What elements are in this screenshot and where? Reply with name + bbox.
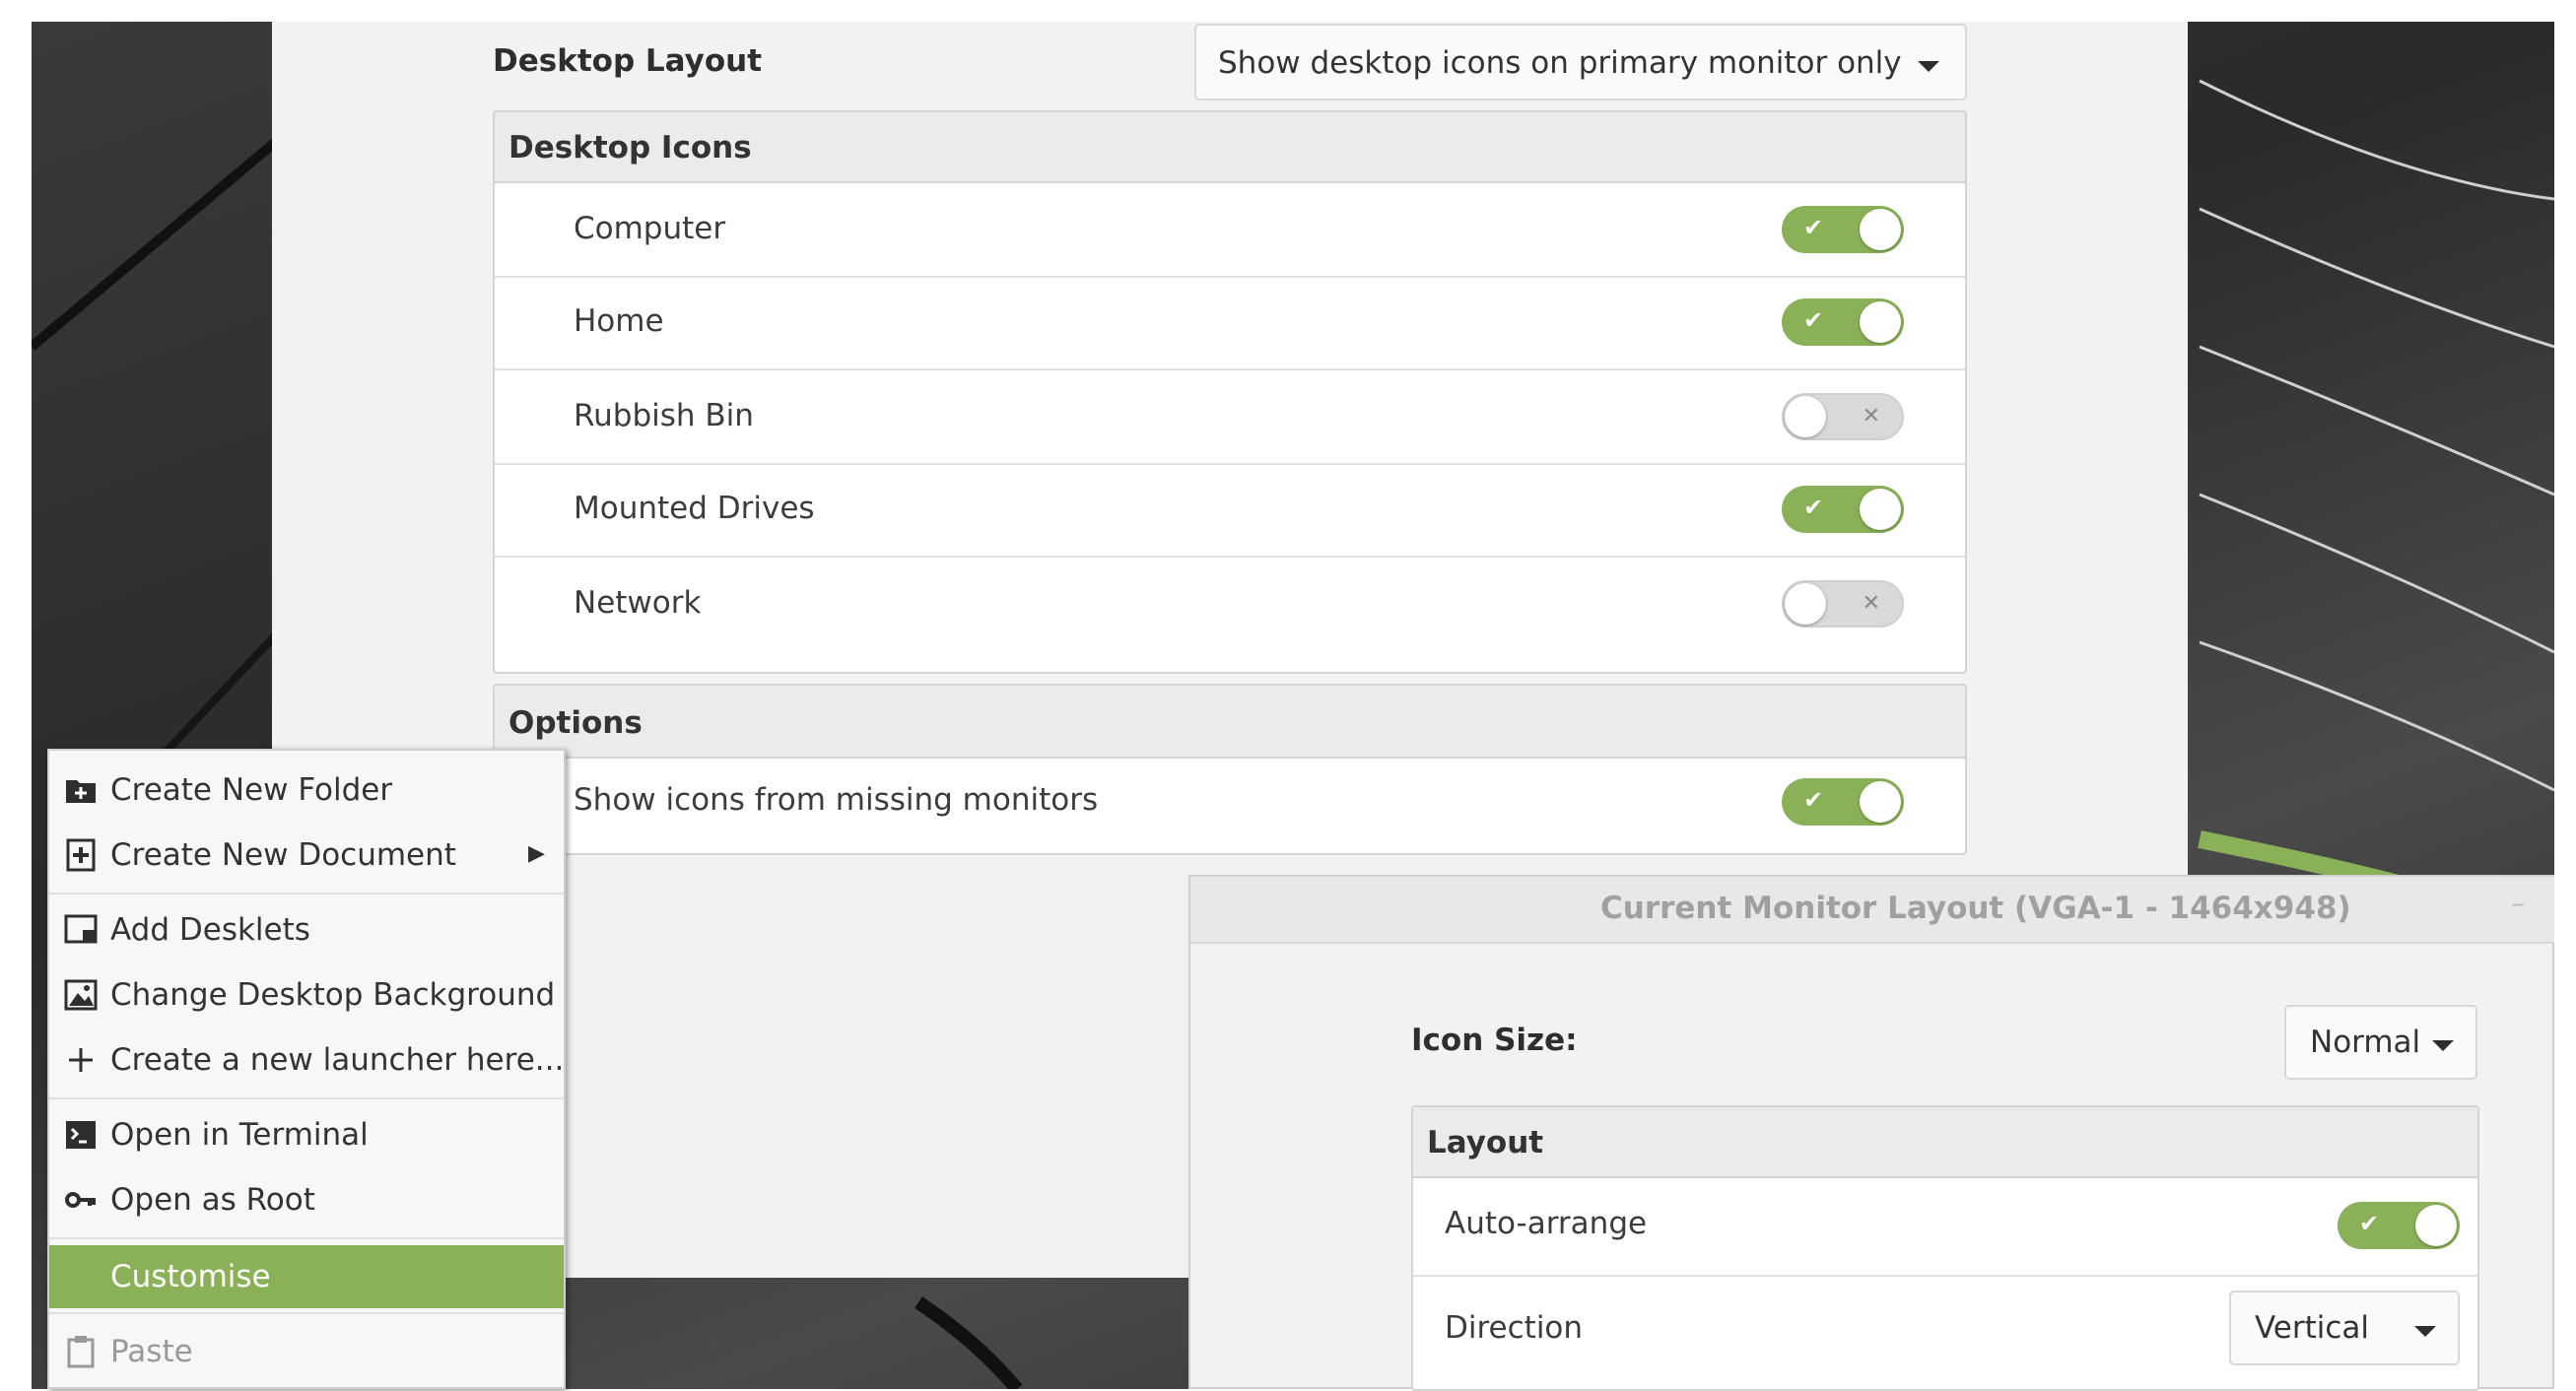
menu-item-add-desklets[interactable]: Add Desklets [49, 898, 564, 963]
direction-dropdown[interactable]: Vertical [2229, 1291, 2460, 1365]
icon-size-label: Icon Size: [1411, 1023, 1578, 1058]
menu-item-change-desktop-background[interactable]: Change Desktop Background [49, 963, 564, 1028]
menu-item-open-in-terminal[interactable]: Open in Terminal [49, 1103, 564, 1168]
auto-arrange-label: Auto-arrange [1445, 1206, 1648, 1241]
desktop-icons-header: Desktop Icons [495, 112, 1965, 183]
icon-row-network: Network ✕ [495, 556, 1965, 672]
icon-size-value: Normal [2310, 1025, 2421, 1060]
terminal-icon [66, 1121, 96, 1149]
menu-separator [49, 893, 564, 894]
desktop-layout-value: Show desktop icons on primary monitor on… [1218, 45, 1902, 81]
check-icon: ✔ [1803, 786, 1824, 814]
menu-item-create-new-folder[interactable]: Create New Folder [49, 759, 564, 824]
layout-frame: Layout Auto-arrange ✔ Direction Vertical [1411, 1105, 2479, 1391]
chevron-down-icon [1918, 61, 1939, 72]
network-label: Network [574, 585, 702, 621]
open-as-root-label: Open as Root [110, 1182, 315, 1218]
icon-row-mounted-drives: Mounted Drives ✔ [495, 463, 1965, 556]
computer-label: Computer [574, 211, 726, 246]
menu-separator [49, 1237, 564, 1239]
missing-monitors-label: Show icons from missing monitors [574, 782, 1099, 818]
icon-row-home: Home ✔ [495, 276, 1965, 368]
check-icon: ✔ [1803, 494, 1824, 521]
icon-row-rubbish-bin: Rubbish Bin ✕ [495, 368, 1965, 463]
minimize-icon[interactable]: – [2511, 887, 2525, 919]
create-new-document-label: Create New Document [110, 837, 456, 873]
direction-value: Vertical [2255, 1310, 2370, 1346]
create-launcher-label: Create a new launcher here... [110, 1042, 565, 1078]
options-frame: Options Show icons from missing monitors… [493, 684, 1967, 855]
menu-item-create-new-document[interactable]: Create New Document ▶ [49, 824, 564, 889]
monitor-layout-window: Current Monitor Layout (VGA-1 - 1464x948… [1188, 875, 2554, 1391]
check-icon: ✔ [2359, 1210, 2380, 1237]
auto-arrange-toggle[interactable]: ✔ [2338, 1202, 2460, 1249]
cross-icon: ✕ [1862, 591, 1880, 616]
monitor-window-titlebar[interactable]: Current Monitor Layout (VGA-1 - 1464x948… [1190, 877, 2554, 944]
menu-separator [49, 1097, 564, 1099]
submenu-arrow-icon: ▶ [528, 841, 545, 866]
layout-title: Layout [1427, 1125, 1544, 1160]
icon-row-computer: Computer ✔ [495, 183, 1965, 276]
open-in-terminal-label: Open in Terminal [110, 1117, 369, 1153]
icon-size-dropdown[interactable]: Normal [2284, 1005, 2477, 1080]
layout-header: Layout [1413, 1107, 2477, 1178]
desklets-icon [64, 914, 98, 944]
cross-icon: ✕ [1862, 404, 1880, 429]
menu-item-create-launcher[interactable]: Create a new launcher here... [49, 1028, 564, 1093]
image-icon [64, 979, 98, 1011]
add-desklets-label: Add Desklets [110, 912, 310, 948]
rubbish-bin-label: Rubbish Bin [574, 398, 754, 433]
menu-separator [49, 1312, 564, 1314]
rubbish-bin-toggle[interactable]: ✕ [1782, 393, 1904, 440]
direction-row: Direction Vertical [1413, 1275, 2477, 1389]
desktop-icons-title: Desktop Icons [508, 130, 752, 166]
option-row-missing-monitors: Show icons from missing monitors ✔ [495, 759, 1965, 853]
home-toggle[interactable]: ✔ [1782, 298, 1904, 346]
chevron-down-icon [2432, 1040, 2454, 1051]
paste-label: Paste [110, 1334, 193, 1369]
chevron-down-icon [2414, 1326, 2436, 1337]
clipboard-icon [67, 1336, 95, 1368]
customise-label: Customise [110, 1259, 271, 1294]
network-toggle[interactable]: ✕ [1782, 580, 1904, 628]
menu-item-customise[interactable]: Customise [49, 1245, 564, 1308]
direction-label: Direction [1445, 1310, 1584, 1346]
desktop-context-menu: Create New Folder Create New Document ▶ … [47, 749, 566, 1389]
menu-item-paste[interactable]: Paste [49, 1320, 564, 1385]
new-document-icon [66, 838, 96, 872]
desktop-layout-dropdown[interactable]: Show desktop icons on primary monitor on… [1194, 24, 1967, 100]
auto-arrange-row: Auto-arrange ✔ [1413, 1178, 2477, 1275]
desktop-layout-label: Desktop Layout [493, 43, 763, 79]
computer-toggle[interactable]: ✔ [1782, 206, 1904, 253]
new-folder-icon [66, 780, 96, 803]
plus-icon [69, 1048, 93, 1072]
create-new-folder-label: Create New Folder [110, 772, 393, 808]
desktop-icons-frame: Desktop Icons Computer ✔ Home ✔ Rubbish … [493, 110, 1967, 674]
change-desktop-background-label: Change Desktop Background [110, 977, 556, 1013]
menu-item-open-as-root[interactable]: Open as Root [49, 1168, 564, 1233]
mounted-drives-label: Mounted Drives [574, 491, 815, 526]
mounted-drives-toggle[interactable]: ✔ [1782, 486, 1904, 533]
options-title: Options [508, 705, 643, 741]
home-label: Home [574, 303, 664, 339]
options-header: Options [495, 686, 1965, 759]
check-icon: ✔ [1803, 306, 1824, 334]
key-icon [65, 1192, 96, 1208]
check-icon: ✔ [1803, 214, 1824, 241]
missing-monitors-toggle[interactable]: ✔ [1782, 778, 1904, 826]
monitor-window-title: Current Monitor Layout (VGA-1 - 1464x948… [1600, 891, 2351, 926]
